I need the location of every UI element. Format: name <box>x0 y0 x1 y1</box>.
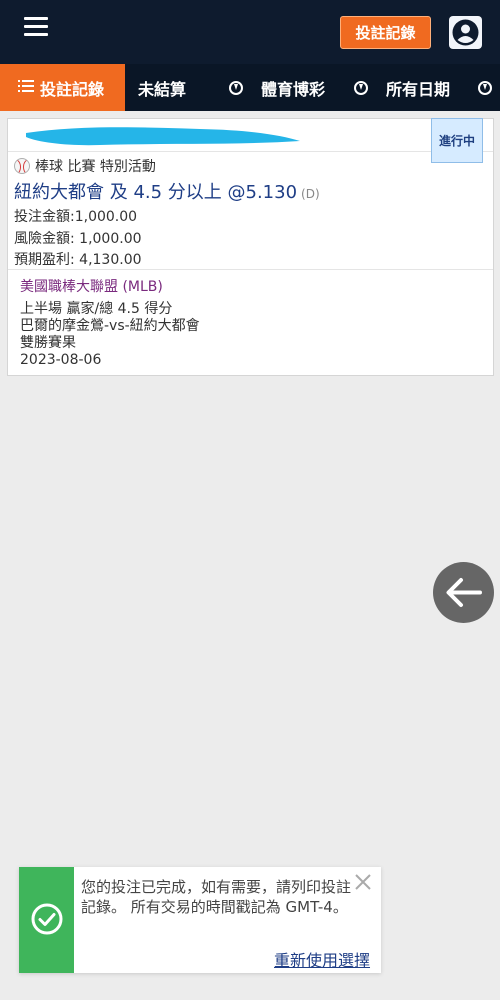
bet-card-header: 進行中 <box>8 118 493 163</box>
baseball-icon <box>14 158 30 174</box>
user-icon <box>452 19 479 46</box>
bet-selection: 紐約大都會 及 4.5 分以上 @5.130 (D) <box>14 178 320 204</box>
success-toast: 您的投注已完成，如有需要，請列印投註記錄。 所有交易的時間戳記為 GMT-4。 … <box>19 867 381 973</box>
sport-line: 棒球 比賽 特別活動 <box>14 156 156 176</box>
selection-text: 紐約大都會 及 4.5 分以上 @5.130 <box>14 182 298 203</box>
check-circle-icon <box>31 903 63 935</box>
arrow-left-icon <box>446 578 482 607</box>
filter-tabs: 投註記錄 未結算 體育博彩 所有日期 <box>0 64 500 111</box>
bet-history-button[interactable]: 投註記錄 <box>340 16 431 49</box>
tab-sportsbook[interactable]: 體育博彩 <box>229 64 325 111</box>
close-icon[interactable] <box>352 871 374 893</box>
tab-more[interactable] <box>478 64 500 111</box>
bet-date: 2023-08-06 <box>20 352 102 368</box>
list-icon <box>18 78 34 97</box>
divider <box>8 269 493 270</box>
stake-amount: 投注金額:1,000.00 <box>14 209 138 225</box>
download-icon <box>478 80 492 95</box>
toast-message: 您的投注已完成，如有需要，請列印投註記錄。 所有交易的時間戳記為 GMT-4。 <box>81 878 352 916</box>
toast-status-bar <box>19 867 74 973</box>
redaction-scribble <box>26 127 300 146</box>
league-name: 美國職棒大聯盟 (MLB) <box>20 279 163 295</box>
tab-label: 體育博彩 <box>261 79 326 99</box>
account-button[interactable] <box>449 16 482 49</box>
tab-all-dates[interactable]: 所有日期 <box>354 64 450 111</box>
odds-format: (D) <box>301 187 320 201</box>
tab-bet-history[interactable]: 投註記錄 <box>0 64 125 111</box>
bet-card[interactable]: 進行中 棒球 比賽 特別活動 紐約大都會 及 4.5 分以上 @5.130 (D)… <box>7 118 494 376</box>
tab-label: 投註記錄 <box>40 79 105 99</box>
back-button[interactable] <box>433 562 494 623</box>
top-bar: 投註記錄 <box>0 0 500 64</box>
risk-amount: 風險金額: 1,000.00 <box>14 231 142 247</box>
tab-label: 所有日期 <box>386 79 451 99</box>
reuse-selection-link[interactable]: 重新使用選擇 <box>274 947 370 971</box>
tab-unsettled[interactable]: 未結算 <box>138 64 186 111</box>
status-badge: 進行中 <box>431 118 483 163</box>
download-icon <box>229 80 243 95</box>
sport-line-text: 棒球 比賽 特別活動 <box>35 159 156 175</box>
expected-profit: 預期盈利: 4,130.00 <box>14 252 142 268</box>
download-icon <box>354 80 368 95</box>
event-type: 雙勝賽果 <box>20 335 76 351</box>
hamburger-icon[interactable] <box>24 17 48 37</box>
tab-label: 未結算 <box>138 79 187 99</box>
